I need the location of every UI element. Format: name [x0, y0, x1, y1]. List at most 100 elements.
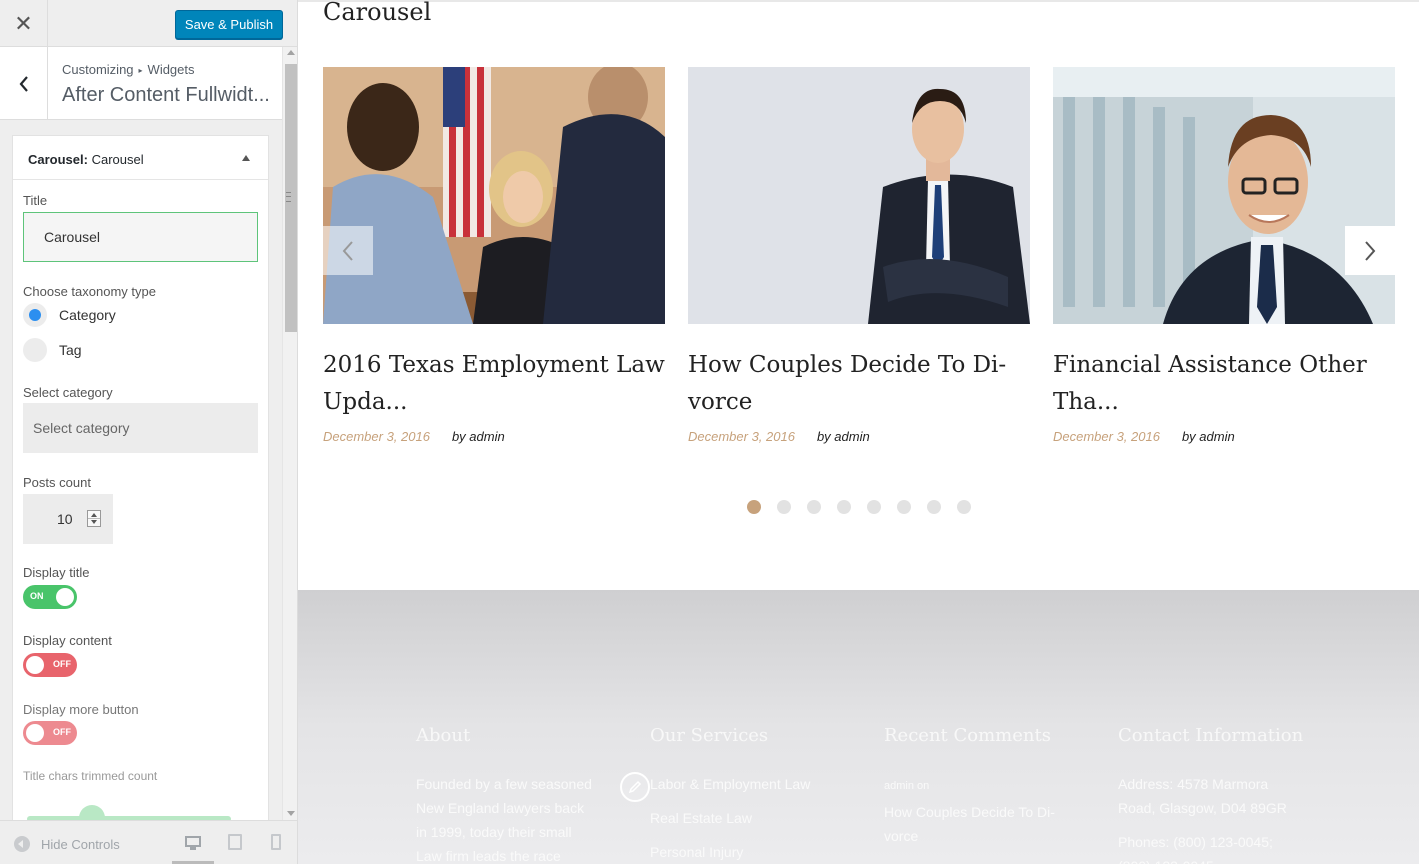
- category-label: Select category: [23, 385, 113, 400]
- posts-count-input[interactable]: 10: [23, 494, 113, 544]
- post-author[interactable]: by admin: [452, 429, 505, 444]
- post-meta: December 3, 2016 by admin: [688, 429, 870, 444]
- edit-shortcut-pencil-icon[interactable]: [620, 772, 650, 802]
- scroll-up-icon[interactable]: [287, 50, 295, 55]
- widget-header[interactable]: Carousel: Carousel: [13, 136, 268, 180]
- footer-comment-link[interactable]: How Couples Decide To Di-: [884, 800, 1055, 824]
- toggle-knob: [26, 656, 44, 674]
- post-thumbnail-smiling-man[interactable]: [1053, 67, 1395, 324]
- footer-address: Road, Glasgow, D04 89GR: [1118, 800, 1287, 816]
- mobile-preview-icon[interactable]: [271, 834, 281, 850]
- post-title[interactable]: Financial Assistance Other Tha...: [1053, 347, 1395, 421]
- tablet-preview-icon[interactable]: [228, 834, 242, 850]
- carousel-dot[interactable]: [897, 500, 911, 514]
- carousel-pagination: [747, 500, 987, 514]
- save-publish-button[interactable]: Save & Publish: [175, 10, 283, 39]
- toggle-state: ON: [30, 591, 44, 601]
- carousel-dot[interactable]: [837, 500, 851, 514]
- taxonomy-label: Choose taxonomy type: [23, 284, 156, 299]
- desktop-preview-icon[interactable]: [185, 834, 201, 852]
- toggle-state: OFF: [53, 659, 71, 669]
- display-title-label: Display title: [23, 565, 90, 580]
- carousel-dot[interactable]: [867, 500, 881, 514]
- widget-title: Carousel: Carousel: [28, 152, 144, 167]
- display-more-toggle[interactable]: OFF: [23, 721, 77, 745]
- carousel-dot[interactable]: [807, 500, 821, 514]
- customizer-sidebar: ✕ Save & Publish Customizing ▸ Widgets Aft…: [0, 0, 298, 864]
- footer-service-link[interactable]: Personal Injury: [650, 840, 743, 864]
- breadcrumb-child: Widgets: [147, 62, 195, 77]
- hide-controls-button[interactable]: Hide Controls: [14, 836, 120, 852]
- close-customizer-button[interactable]: ✕: [0, 0, 48, 47]
- radio-tag[interactable]: Tag: [23, 338, 82, 362]
- number-stepper[interactable]: [87, 510, 101, 527]
- footer-phones: (800) 123-0045: [1118, 854, 1214, 864]
- footer-comment-meta: admin on: [884, 780, 930, 792]
- toggle-knob: [56, 588, 74, 606]
- carousel-heading: Carousel: [323, 0, 432, 26]
- toggle-state: OFF: [53, 727, 71, 737]
- display-more-label: Display more button: [23, 702, 139, 717]
- footer-service-link[interactable]: Labor & Employment Law: [650, 772, 810, 796]
- post-meta: December 3, 2016 by admin: [323, 429, 505, 444]
- carousel-dot[interactable]: [777, 500, 791, 514]
- footer-address: Address: 4578 Marmora: [1118, 776, 1269, 792]
- title-chars-label: Title chars trimmed count: [23, 769, 158, 783]
- back-button[interactable]: [0, 47, 48, 120]
- carousel-dot[interactable]: [747, 500, 761, 514]
- section-title: After Content Fullwidt...: [62, 84, 270, 106]
- carousel-prev-button[interactable]: [323, 226, 373, 275]
- close-icon: ✕: [14, 10, 33, 36]
- carousel-next-button[interactable]: [1345, 226, 1395, 275]
- post-title[interactable]: 2016 Texas Employment Law Upda...: [323, 347, 665, 421]
- category-select[interactable]: Select category: [23, 403, 258, 453]
- preview-divider: [298, 0, 1419, 2]
- breadcrumb-root: Customizing: [62, 62, 134, 77]
- footer-about-text: Law firm leads the race: [416, 848, 561, 864]
- footer-about-text: New England lawyers back: [416, 800, 585, 816]
- post-author[interactable]: by admin: [1182, 429, 1235, 444]
- footer-about-text: Founded by a few seasoned: [416, 776, 592, 792]
- post-thumbnail-courtroom[interactable]: [323, 67, 665, 324]
- chevron-left-icon: [19, 75, 28, 92]
- title-label: Title: [23, 193, 48, 208]
- title-input[interactable]: Carousel: [23, 212, 258, 262]
- footer-comment-link[interactable]: vorce: [884, 824, 918, 848]
- footer-service-link[interactable]: Real Estate Law: [650, 806, 752, 830]
- sidebar-scrollbar[interactable]: [282, 47, 297, 820]
- display-content-label: Display content: [23, 633, 112, 648]
- post-author[interactable]: by admin: [817, 429, 870, 444]
- radio-tag-label: Tag: [59, 342, 82, 358]
- display-title-toggle[interactable]: ON: [23, 585, 77, 609]
- site-preview: Carousel 2016 Texas Employment Law Upda.…: [298, 0, 1419, 864]
- customizer-header: ✕ Save & Publish: [0, 0, 297, 47]
- stepper-up-icon[interactable]: [91, 513, 97, 517]
- footer-contact-heading: Contact Information: [1118, 725, 1304, 746]
- radio-unchecked-icon[interactable]: [23, 338, 47, 362]
- carousel-dot[interactable]: [927, 500, 941, 514]
- scroll-down-icon[interactable]: [287, 811, 295, 816]
- display-content-toggle[interactable]: OFF: [23, 653, 77, 677]
- post-date[interactable]: December 3, 2016: [323, 429, 430, 444]
- post-thumbnail-businessman[interactable]: [688, 67, 1030, 324]
- radio-checked-icon[interactable]: [23, 303, 47, 327]
- footer-phones: Phones: (800) 123-0045;: [1118, 834, 1273, 850]
- post-title[interactable]: How Couples Decide To Di- vorce: [688, 347, 1030, 421]
- carousel-dot[interactable]: [957, 500, 971, 514]
- chevron-left-icon: [342, 240, 353, 261]
- breadcrumb-separator-icon: ▸: [138, 66, 143, 75]
- chevron-right-icon: [1365, 240, 1376, 261]
- post-meta: December 3, 2016 by admin: [1053, 429, 1235, 444]
- posts-count-label: Posts count: [23, 475, 91, 490]
- stepper-down-icon[interactable]: [91, 520, 97, 524]
- post-date[interactable]: December 3, 2016: [1053, 429, 1160, 444]
- resize-handle-icon[interactable]: [286, 192, 291, 202]
- carousel-widget-panel: Carousel: Carousel Title Carousel Choose…: [12, 135, 269, 835]
- stepper-divider: [88, 518, 100, 519]
- footer-about-text: in 1999, today their small: [416, 824, 572, 840]
- collapse-arrow-icon[interactable]: [242, 155, 250, 161]
- post-date[interactable]: December 3, 2016: [688, 429, 795, 444]
- radio-category[interactable]: Category: [23, 303, 116, 327]
- posts-count-value: 10: [57, 511, 73, 527]
- footer-services-heading: Our Services: [650, 725, 769, 746]
